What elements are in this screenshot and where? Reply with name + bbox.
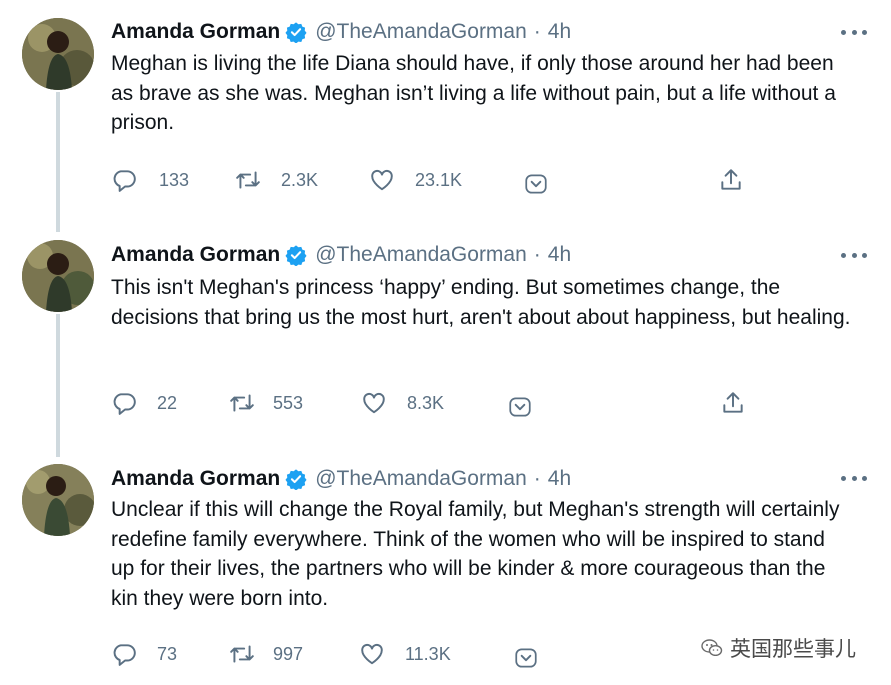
tip-jar-icon: [525, 174, 547, 194]
share-icon: [723, 392, 743, 413]
tweet-actions: 133 2.3K 23.1K: [111, 165, 761, 195]
share-icon: [721, 169, 741, 190]
author-handle[interactable]: @TheAmandaGorman: [315, 467, 527, 491]
heart-icon: [363, 392, 385, 414]
separator: ·: [533, 243, 541, 266]
watermark: 英国那些事儿: [700, 633, 856, 663]
like-button[interactable]: 23.1K: [369, 165, 462, 195]
more-icon[interactable]: [841, 27, 867, 37]
tip-button[interactable]: [523, 169, 549, 199]
author-name[interactable]: Amanda Gorman: [111, 20, 280, 44]
retweet-icon: [230, 394, 254, 412]
tweet-actions: 22 553 8.3K: [111, 388, 761, 418]
reply-icon: [113, 393, 136, 415]
like-button[interactable]: 8.3K: [361, 388, 444, 418]
tweet-text: Meghan is living the life Diana should h…: [111, 52, 836, 134]
like-count: 23.1K: [415, 169, 463, 190]
watermark-text: 英国那些事儿: [730, 637, 856, 661]
like-button[interactable]: 11.3K: [359, 639, 451, 669]
tip-button[interactable]: [513, 643, 539, 673]
timestamp[interactable]: 4h: [548, 243, 571, 267]
reply-icon: [113, 644, 136, 666]
heart-icon: [361, 643, 383, 665]
tip-jar-icon: [515, 648, 537, 668]
avatar[interactable]: [22, 464, 94, 536]
author-handle[interactable]: @TheAmandaGorman: [315, 243, 527, 267]
separator: ·: [533, 467, 541, 490]
tweet[interactable]: Amanda Gorman @TheAmandaGorman · 4h Megh…: [0, 0, 891, 232]
avatar[interactable]: [22, 18, 94, 90]
timestamp[interactable]: 4h: [548, 467, 571, 491]
share-button[interactable]: [718, 165, 744, 195]
separator: ·: [533, 20, 541, 43]
reply-button[interactable]: 133: [111, 165, 189, 195]
retweet-count: 2.3K: [281, 169, 319, 190]
heart-icon: [371, 169, 393, 191]
retweet-count: 997: [273, 643, 304, 664]
author-name[interactable]: Amanda Gorman: [111, 243, 280, 267]
avatar[interactable]: [22, 240, 94, 312]
verified-badge-icon: [285, 22, 307, 43]
tweet-actions: 73 997 11.3K: [111, 639, 761, 669]
thread-line: [56, 92, 60, 232]
retweet-button[interactable]: 997: [229, 639, 303, 669]
tweet-text: Unclear if this will change the Royal fa…: [111, 498, 840, 610]
reply-button[interactable]: 22: [111, 388, 177, 418]
author-name[interactable]: Amanda Gorman: [111, 467, 280, 491]
share-button[interactable]: [720, 388, 746, 418]
timestamp[interactable]: 4h: [548, 20, 571, 44]
wechat-icon: [701, 639, 723, 657]
reply-count: 22: [157, 392, 178, 413]
verified-badge-icon: [285, 245, 307, 266]
retweet-icon: [236, 171, 260, 189]
retweet-button[interactable]: 2.3K: [235, 165, 318, 195]
retweet-icon: [230, 645, 254, 663]
more-icon[interactable]: [841, 250, 867, 260]
reply-count: 133: [159, 169, 190, 190]
like-count: 11.3K: [405, 643, 451, 664]
reply-icon: [113, 170, 136, 192]
tweet-text: This isn't Meghan's princess ‘happy’ end…: [111, 276, 851, 329]
reply-count: 73: [157, 643, 178, 664]
more-icon[interactable]: [841, 473, 867, 483]
tip-jar-icon: [509, 397, 531, 417]
tweet-header: Amanda Gorman @TheAmandaGorman · 4h: [111, 19, 571, 45]
verified-badge-icon: [285, 469, 307, 490]
retweet-button[interactable]: 553: [229, 388, 303, 418]
retweet-count: 553: [273, 392, 304, 413]
tweet-header: Amanda Gorman @TheAmandaGorman · 4h: [111, 242, 571, 268]
tweet[interactable]: Amanda Gorman @TheAmandaGorman · 4h This…: [0, 230, 891, 457]
tip-button[interactable]: [507, 392, 533, 422]
like-count: 8.3K: [407, 392, 445, 413]
reply-button[interactable]: 73: [111, 639, 177, 669]
thread-line: [56, 314, 60, 457]
tweet-header: Amanda Gorman @TheAmandaGorman · 4h: [111, 466, 571, 492]
author-handle[interactable]: @TheAmandaGorman: [315, 20, 527, 44]
